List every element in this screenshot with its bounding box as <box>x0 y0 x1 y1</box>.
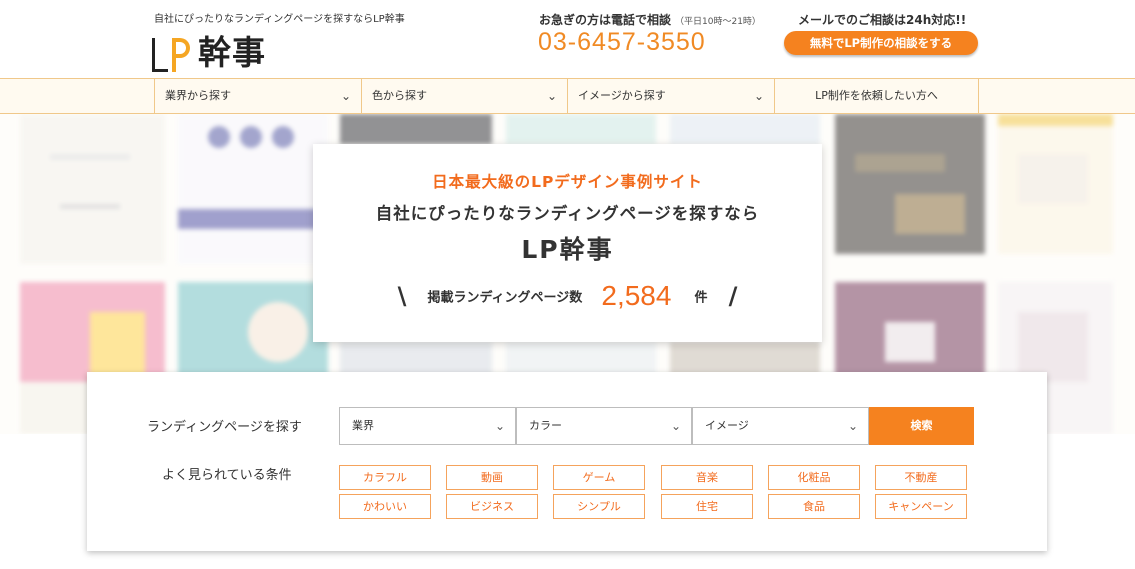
nav-item-industry[interactable]: 業界から探す ⌄ <box>154 79 361 113</box>
nav-item-label: 業界から探す <box>165 89 231 102</box>
phone-hours: （平日10時～21時） <box>675 17 761 27</box>
main-nav: 業界から探す ⌄ 色から探す ⌄ イメージから探す ⌄ LP制作を依頼したい方へ <box>0 78 1135 114</box>
listing-count-value: 2,584 <box>601 280 672 311</box>
chevron-down-icon: ⌄ <box>753 89 764 103</box>
hero-card: 日本最大級のLPデザイン事例サイト 自社にぴったりなランディングページを探すなら… <box>313 144 822 342</box>
tag-music[interactable]: 音楽 <box>661 465 753 490</box>
tag-real-estate[interactable]: 不動産 <box>875 465 967 490</box>
chevron-down-icon: ⌄ <box>847 419 858 433</box>
search-button[interactable]: 検索 <box>869 407 974 445</box>
tag-simple[interactable]: シンプル <box>553 494 645 519</box>
hero-catchphrase: 日本最大級のLPデザイン事例サイト <box>432 173 703 191</box>
tag-cute[interactable]: かわいい <box>339 494 431 519</box>
listing-count: \ 掲載ランディングページ数 2,584 件 / <box>313 280 822 312</box>
tag-cosmetics[interactable]: 化粧品 <box>768 465 860 490</box>
listing-count-unit: 件 <box>694 290 708 306</box>
tag-campaign[interactable]: キャンペーン <box>875 494 967 519</box>
industry-select[interactable]: 業界 ⌄ <box>339 407 516 445</box>
nav-item-request[interactable]: LP制作を依頼したい方へ <box>774 79 979 113</box>
industry-select-value: 業界 <box>352 419 374 432</box>
site-tagline: 自社にぴったりなランディングページを探すならLP幹事 <box>154 14 405 25</box>
image-select[interactable]: イメージ ⌄ <box>692 407 869 445</box>
tag-food[interactable]: 食品 <box>768 494 860 519</box>
phone-number[interactable]: 03-6457-3550 <box>538 28 706 57</box>
listing-count-label: 掲載ランディングページ数 <box>427 290 583 306</box>
tag-housing[interactable]: 住宅 <box>661 494 753 519</box>
nav-item-label: LP制作を依頼したい方へ <box>815 89 938 102</box>
nav-item-image[interactable]: イメージから探す ⌄ <box>567 79 774 113</box>
nav-item-label: 色から探す <box>372 89 427 102</box>
nav-item-label: イメージから探す <box>578 89 666 102</box>
popular-conditions-label: よく見られている条件 <box>162 468 292 483</box>
tag-business[interactable]: ビジネス <box>446 494 538 519</box>
consult-button[interactable]: 無料でLP制作の相談をする <box>784 31 978 55</box>
tag-video[interactable]: 動画 <box>446 465 538 490</box>
chevron-down-icon: ⌄ <box>340 89 351 103</box>
tag-game[interactable]: ゲーム <box>553 465 645 490</box>
search-panel: ランディングページを探す 業界 ⌄ カラー ⌄ イメージ ⌄ 検索 よく見られて… <box>87 372 1047 551</box>
tag-colorful[interactable]: カラフル <box>339 465 431 490</box>
site-header: 自社にぴったりなランディングページを探すならLP幹事 幹事 お急ぎの方は電話で相… <box>0 0 1135 78</box>
logo-letter-l <box>152 38 168 72</box>
logo-letter-p <box>172 38 192 72</box>
hero-title: LP幹事 <box>521 235 614 264</box>
color-select[interactable]: カラー ⌄ <box>516 407 692 445</box>
backslash-decoration: \ <box>397 282 407 310</box>
chevron-down-icon: ⌄ <box>670 419 681 433</box>
nav-item-color[interactable]: 色から探す ⌄ <box>361 79 567 113</box>
image-select-value: イメージ <box>705 419 749 432</box>
logo-text: 幹事 <box>198 33 266 72</box>
hero-subtitle: 自社にぴったりなランディングページを探すなら <box>375 204 760 223</box>
chevron-down-icon: ⌄ <box>546 89 557 103</box>
color-select-value: カラー <box>529 419 562 432</box>
site-logo[interactable]: 幹事 <box>152 28 266 72</box>
phone-heading: お急ぎの方は電話で相談 （平日10時～21時） <box>539 13 761 27</box>
search-label: ランディングページを探す <box>147 420 302 435</box>
mail-heading: メールでのご相談は24h対応!! <box>798 13 967 27</box>
chevron-down-icon: ⌄ <box>494 419 505 433</box>
slash-decoration: / <box>728 282 738 310</box>
